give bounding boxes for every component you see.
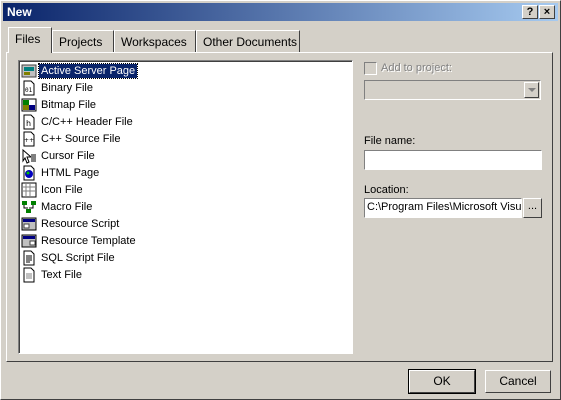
cancel-button[interactable]: Cancel	[485, 370, 551, 393]
tab-other-documents[interactable]: Other Documents	[196, 30, 300, 52]
tab-projects-label: Projects	[59, 35, 103, 49]
tab-workspaces[interactable]: Workspaces	[114, 30, 196, 52]
title-bar[interactable]: New ? ×	[3, 3, 558, 21]
location-input[interactable]: C:\Program Files\Microsoft Visual	[364, 198, 522, 218]
list-item-text-file[interactable]: Text File	[21, 267, 84, 283]
list-item-binary-file[interactable]: 01 Binary File	[21, 80, 95, 96]
resource-template-icon	[21, 233, 37, 249]
tab-files-label: Files	[15, 32, 41, 46]
tab-workspaces-label: Workspaces	[121, 35, 187, 49]
browse-button[interactable]: ...	[523, 198, 542, 218]
project-select[interactable]	[364, 80, 541, 100]
binary-file-icon: 01	[21, 80, 37, 96]
chevron-down-icon[interactable]	[524, 82, 539, 98]
add-to-project-label: Add to project:	[381, 62, 452, 74]
svg-text:++: ++	[24, 137, 34, 144]
help-button[interactable]: ?	[522, 5, 538, 19]
source-file-icon: ++	[21, 131, 37, 147]
ok-button[interactable]: OK	[408, 369, 476, 394]
sql-script-icon	[21, 250, 37, 266]
tab-files[interactable]: Files	[8, 27, 52, 53]
header-file-icon: h	[21, 114, 37, 130]
file-name-input[interactable]	[364, 150, 542, 170]
list-item-resource-template[interactable]: Resource Template	[21, 233, 138, 249]
macro-file-icon	[21, 199, 37, 215]
resource-script-icon	[21, 216, 37, 232]
list-item-bitmap-file[interactable]: Bitmap File	[21, 97, 98, 113]
location-label: Location:	[364, 184, 409, 196]
html-page-icon	[21, 165, 37, 181]
file-name-label: File name:	[364, 135, 416, 147]
bitmap-file-icon	[21, 97, 37, 113]
list-item-html-page[interactable]: HTML Page	[21, 165, 101, 181]
list-item-header-file[interactable]: h C/C++ Header File	[21, 114, 135, 130]
list-item-cursor-file[interactable]: Cursor File	[21, 148, 97, 164]
asp-page-icon	[21, 63, 37, 79]
list-item-resource-script[interactable]: Resource Script	[21, 216, 121, 232]
text-file-icon	[21, 267, 37, 283]
list-item-active-server-page[interactable]: Active Server Page	[21, 63, 139, 79]
list-item-macro-file[interactable]: Macro File	[21, 199, 94, 215]
svg-text:01: 01	[25, 87, 33, 94]
file-type-list[interactable]: Active Server Page 01 Binary File Bitmap…	[18, 60, 353, 354]
svg-text:h: h	[26, 119, 31, 128]
list-item-sql-script-file[interactable]: SQL Script File	[21, 250, 117, 266]
tab-projects[interactable]: Projects	[52, 30, 114, 52]
cursor-file-icon	[21, 148, 37, 164]
icon-file-icon	[21, 182, 37, 198]
add-to-project-checkbox[interactable]	[364, 62, 377, 75]
window-title: New	[7, 5, 32, 19]
tab-other-documents-label: Other Documents	[203, 35, 298, 49]
list-item-icon-file[interactable]: Icon File	[21, 182, 85, 198]
close-button[interactable]: ×	[539, 5, 555, 19]
list-item-source-file[interactable]: ++ C++ Source File	[21, 131, 122, 147]
